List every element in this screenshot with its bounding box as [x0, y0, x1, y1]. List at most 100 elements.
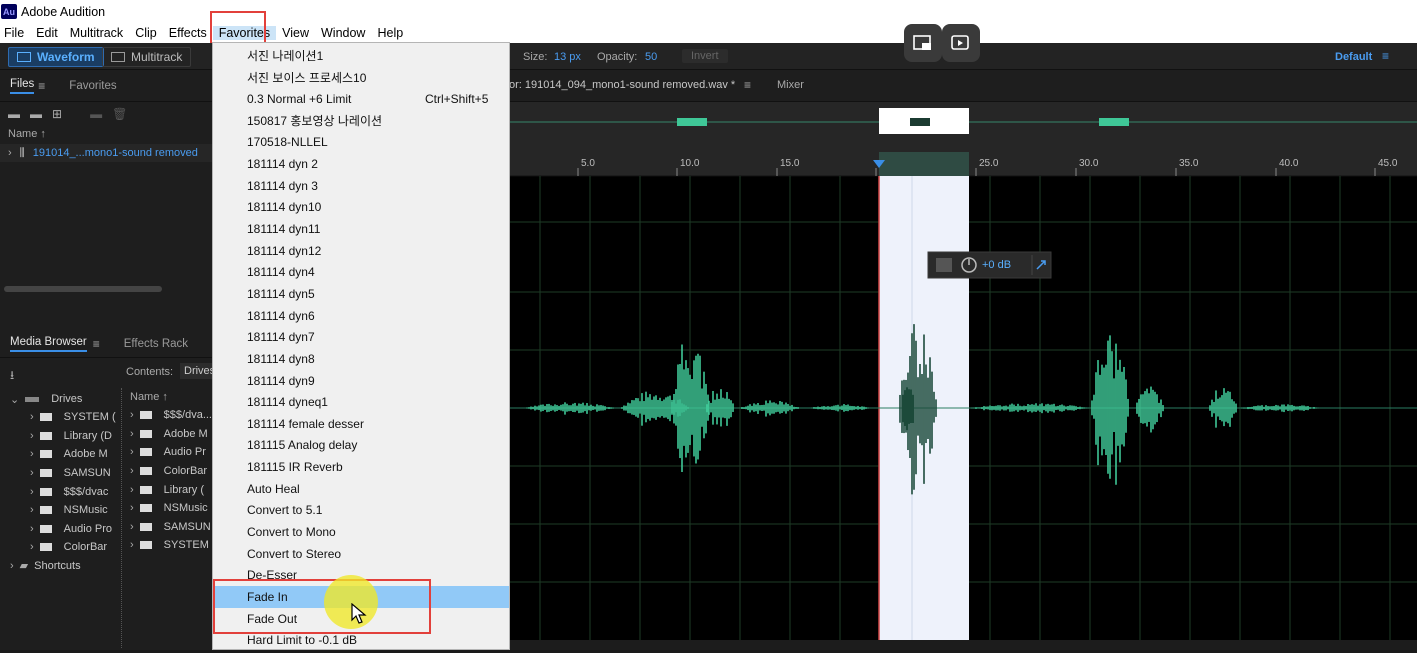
tab-media-browser[interactable]: Media Browser: [10, 336, 87, 352]
media-list-item[interactable]: › SYSTEM: [126, 536, 214, 555]
files-menu-icon[interactable]: ≡: [38, 79, 45, 93]
hud-volume-value[interactable]: +0 dB: [982, 259, 1011, 271]
files-name-header[interactable]: Name ↑: [0, 128, 214, 144]
editor-menu-icon[interactable]: ≡: [744, 78, 751, 92]
expand-icon[interactable]: ›: [30, 430, 34, 442]
menu-help[interactable]: Help: [371, 26, 409, 40]
drive-tree-item[interactable]: › $$$/dvac: [0, 482, 120, 501]
favorites-menu-item[interactable]: 0.3 Normal +6 Limit Ctrl+Shift+5: [213, 88, 509, 110]
favorites-menu-item[interactable]: 181114 dyn11: [213, 218, 509, 240]
media-list-item[interactable]: › Audio Pr: [126, 443, 214, 462]
favorites-menu-item[interactable]: 181114 dyn8: [213, 348, 509, 370]
favorites-menu-item[interactable]: 181115 Analog delay: [213, 435, 509, 457]
expand-icon[interactable]: ›: [30, 486, 34, 498]
workspace-menu-icon[interactable]: ≡: [1382, 49, 1389, 63]
open-file-icon[interactable]: ▬: [8, 107, 20, 121]
waveform-mode-button[interactable]: Waveform: [8, 47, 104, 67]
media-list-item[interactable]: › Adobe M: [126, 425, 214, 444]
favorites-menu-item[interactable]: Convert to Stereo: [213, 543, 509, 565]
drives-node[interactable]: ⌄ Drives: [0, 390, 120, 408]
waveform-canvas[interactable]: 5.010.015.020.025.030.035.040.045.0: [510, 102, 1417, 650]
tab-favorites[interactable]: Favorites: [69, 80, 116, 92]
favorites-menu-item[interactable]: Convert to 5.1: [213, 500, 509, 522]
files-scrollbar[interactable]: [4, 286, 162, 292]
expand-icon[interactable]: ›: [30, 467, 34, 479]
menu-window[interactable]: Window: [315, 26, 371, 40]
favorites-menu-item[interactable]: 170518-NLLEL: [213, 132, 509, 154]
new-file-icon[interactable]: ⊞: [52, 107, 62, 121]
media-list-item[interactable]: › ColorBar: [126, 462, 214, 481]
drive-tree-item[interactable]: › NSMusic: [0, 501, 120, 520]
expand-icon[interactable]: ›: [30, 504, 34, 516]
tab-files[interactable]: Files: [10, 78, 35, 94]
media-divider[interactable]: [121, 388, 125, 648]
favorites-menu-item[interactable]: 181114 dyneq1: [213, 391, 509, 413]
media-list-item[interactable]: › Library (: [126, 480, 214, 499]
workspace-default[interactable]: Default: [1335, 51, 1372, 63]
drive-tree-item[interactable]: › SAMSUN: [0, 464, 120, 483]
expand-icon[interactable]: ›: [30, 448, 34, 460]
favorites-menu-item[interactable]: 서진 나레이션1: [213, 45, 509, 67]
drive-tree-item[interactable]: › Adobe M: [0, 445, 120, 464]
favorites-menu-item[interactable]: 181114 female desser: [213, 413, 509, 435]
favorites-menu-item[interactable]: Convert to Mono: [213, 521, 509, 543]
expand-icon[interactable]: ›: [130, 409, 134, 421]
expand-icon[interactable]: ›: [30, 411, 34, 423]
multitrack-mode-button[interactable]: Multitrack: [102, 47, 192, 67]
favorites-menu-item[interactable]: Auto Heal: [213, 478, 509, 500]
drive-tree-item[interactable]: › Audio Pro: [0, 520, 120, 539]
insert-icon[interactable]: ▬: [90, 107, 102, 121]
favorites-menu-item[interactable]: 181114 dyn7: [213, 326, 509, 348]
favorites-menu-item[interactable]: 181114 dyn4: [213, 262, 509, 284]
media-list-item[interactable]: › $$$/dva...: [126, 406, 214, 425]
expand-icon[interactable]: ›: [130, 465, 134, 477]
tab-mixer[interactable]: Mixer: [777, 79, 804, 91]
expand-icon[interactable]: ›: [130, 446, 134, 458]
pip-button[interactable]: [904, 24, 942, 62]
size-value[interactable]: 13 px: [554, 51, 581, 63]
expand-icon[interactable]: ›: [130, 484, 134, 496]
favorites-menu-item[interactable]: Hard Limit to -0.1 dB: [213, 630, 509, 652]
media-menu-icon[interactable]: ≡: [93, 337, 100, 351]
menu-effects[interactable]: Effects: [163, 26, 213, 40]
import-icon[interactable]: ▬: [30, 107, 42, 121]
media-list-item[interactable]: › NSMusic: [126, 499, 214, 518]
favorites-menu-item[interactable]: 181115 IR Reverb: [213, 456, 509, 478]
expand-icon[interactable]: ›: [8, 147, 12, 159]
favorites-menu-item[interactable]: 150817 홍보영상 나레이션: [213, 110, 509, 132]
editor-tab[interactable]: Editor: 191014_094_mono1-sound removed.w…: [490, 79, 735, 91]
media-list-item[interactable]: › SAMSUN: [126, 518, 214, 537]
favorites-menu-item[interactable]: 181114 dyn 3: [213, 175, 509, 197]
menu-multitrack[interactable]: Multitrack: [64, 26, 129, 40]
expand-icon[interactable]: ›: [130, 521, 134, 533]
expand-icon[interactable]: ›: [30, 541, 34, 553]
menu-view[interactable]: View: [276, 26, 315, 40]
expand-icon[interactable]: ›: [30, 523, 34, 535]
menu-file[interactable]: File: [0, 26, 30, 40]
shortcuts-node[interactable]: › ▰ Shortcuts: [0, 557, 120, 575]
favorites-menu-item[interactable]: 181114 dyn12: [213, 240, 509, 262]
menu-favorites[interactable]: Favorites: [212, 26, 277, 40]
expand-icon[interactable]: ›: [130, 428, 134, 440]
menu-clip[interactable]: Clip: [129, 26, 163, 40]
drive-tree-item[interactable]: › SYSTEM (: [0, 408, 120, 427]
drive-tree-item[interactable]: › Library (D: [0, 427, 120, 446]
media-import-icon[interactable]: ⭳: [10, 366, 14, 387]
opacity-value[interactable]: 50: [645, 51, 657, 63]
contents-dropdown[interactable]: Drives: [180, 363, 214, 379]
file-row[interactable]: › ⫼ 191014_...mono1-sound removed: [0, 144, 214, 162]
media-name-header[interactable]: Name ↑: [126, 388, 214, 406]
tab-effects-rack[interactable]: Effects Rack: [124, 338, 188, 350]
expand-icon[interactable]: ›: [130, 539, 134, 551]
menu-edit[interactable]: Edit: [30, 26, 64, 40]
favorites-menu-item[interactable]: 181114 dyn6: [213, 305, 509, 327]
invert-button[interactable]: Invert: [682, 49, 728, 63]
waveform-editor[interactable]: 5.010.015.020.025.030.035.040.045.0 +0 d…: [510, 102, 1417, 650]
favorites-menu-item[interactable]: 181114 dyn 2: [213, 153, 509, 175]
favorites-menu-item[interactable]: 181114 dyn10: [213, 197, 509, 219]
expand-icon[interactable]: ›: [130, 502, 134, 514]
favorites-menu-item[interactable]: 181114 dyn5: [213, 283, 509, 305]
video-ai-button[interactable]: [942, 24, 980, 62]
drive-tree-item[interactable]: › ColorBar: [0, 538, 120, 557]
favorites-menu-item[interactable]: 서진 보이스 프로세스10: [213, 67, 509, 89]
